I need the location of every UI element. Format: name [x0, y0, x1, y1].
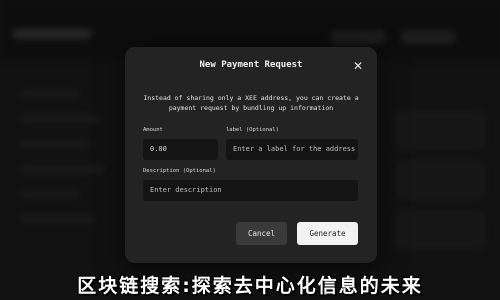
payment-request-dialog: New Payment Request ✕ Instead of sharing… [125, 47, 377, 263]
cancel-button[interactable]: Cancel [236, 222, 287, 245]
label-input[interactable]: Enter a label for the address [226, 139, 358, 160]
description-field-label: Description (Optional) [143, 168, 216, 174]
dialog-title: New Payment Request [199, 60, 303, 70]
caption-title: 区块链搜索:探索去中心化信息的未来 [77, 275, 423, 297]
description-input[interactable]: Enter description [143, 180, 358, 201]
amount-input[interactable]: 0.00 [143, 139, 218, 160]
amount-label: Amount [143, 127, 163, 133]
generate-button[interactable]: Generate [297, 222, 358, 245]
close-icon[interactable]: ✕ [351, 59, 365, 73]
dialog-description: Instead of sharing only a XEE address, y… [143, 94, 359, 112]
label-field-label: label (Optional) [226, 127, 279, 133]
